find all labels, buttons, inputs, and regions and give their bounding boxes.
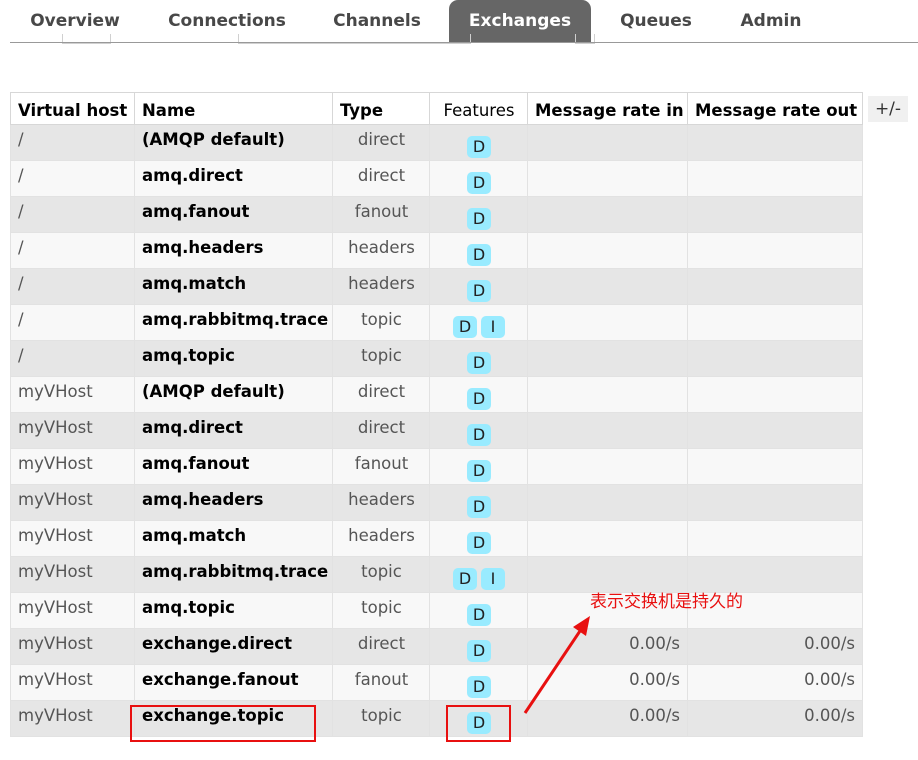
annotation-text: 表示交换机是持久的 — [590, 592, 743, 612]
annotation-arrow — [523, 616, 590, 714]
